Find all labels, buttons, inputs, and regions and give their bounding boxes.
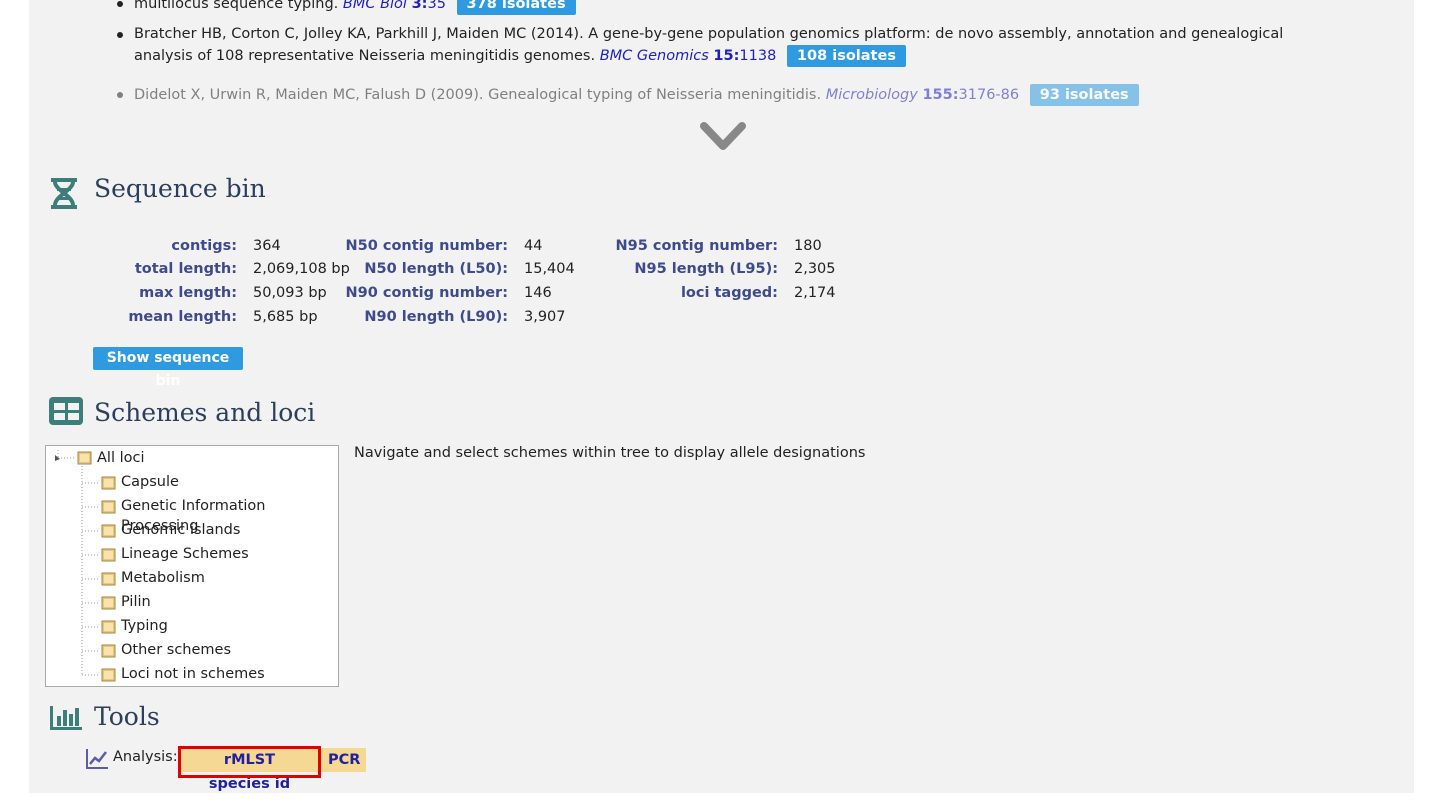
stat-value-n50-contig: 44: [524, 238, 543, 254]
bullet: [117, 92, 123, 98]
pages-link[interactable]: 35: [427, 0, 445, 12]
reference-item: multilocus sequence typing. BMC Biol 3:3…: [117, 0, 1324, 15]
line-chart-icon: [86, 749, 108, 769]
tree-node[interactable]: Pilin: [121, 592, 151, 612]
stat-value-n95-length: 2,305: [794, 261, 836, 277]
tree-node[interactable]: Loci not in schemes: [121, 664, 265, 684]
stat-value-n90-contig: 146: [524, 285, 552, 301]
folder-icon: [101, 500, 116, 514]
stat-value-n50-length: 15,404: [524, 261, 575, 277]
stat-label-n95-length: N95 length (L95):: [634, 261, 778, 277]
stat-label-n95-contig: N95 contig number:: [615, 238, 779, 254]
reference-text: Bratcher HB, Corton C, Jolley KA, Parkhi…: [134, 26, 1284, 64]
stat-label-mean-length: mean length:: [128, 309, 237, 325]
volume: 155: [922, 87, 953, 103]
stat-value-n95-contig: 180: [794, 238, 822, 254]
bullet: [117, 1, 123, 7]
bar-chart-icon: [50, 706, 82, 730]
bullet: [117, 32, 123, 38]
volume: 3: [411, 0, 422, 12]
volume: 15: [713, 48, 734, 64]
stat-value-contigs: 364: [253, 238, 281, 254]
stat-label-total-length: total length:: [134, 261, 237, 277]
stat-value-n90-length: 3,907: [524, 309, 566, 325]
pcr-button[interactable]: PCR: [318, 748, 366, 772]
stat-value-max-length: 50,093 bp: [253, 285, 327, 301]
expand-chevron-icon[interactable]: [700, 120, 746, 154]
stat-value-mean-length: 5,685 bp: [253, 309, 318, 325]
scheme-tree[interactable]: All loci Capsule Genetic Information Pro…: [45, 445, 339, 687]
section-title-tools: Tools: [94, 702, 160, 731]
tree-node[interactable]: Genetic Information Processing: [121, 496, 338, 534]
reference-item: Didelot X, Urwin R, Maiden MC, Falush D …: [117, 84, 1324, 106]
reference-text: Didelot X, Urwin R, Maiden MC, Falush D …: [134, 87, 822, 103]
folder-icon: [77, 451, 92, 465]
isolates-badge[interactable]: 378 isolates: [456, 0, 576, 15]
stat-label-loci-tagged: loci tagged:: [680, 285, 778, 301]
reference-item: Bratcher HB, Corton C, Jolley KA, Parkhi…: [117, 24, 1324, 67]
folder-icon: [101, 476, 116, 490]
analysis-label: Analysis:: [113, 749, 178, 765]
journal-link[interactable]: BMC Biol: [343, 0, 407, 12]
section-title-sequence-bin: Sequence bin: [94, 174, 266, 203]
isolates-badge[interactable]: 93 isolates: [1029, 84, 1139, 106]
isolates-badge[interactable]: 108 isolates: [786, 45, 906, 67]
stat-value-total-length: 2,069,108 bp: [253, 261, 350, 277]
stat-label-n50-contig: N50 contig number:: [345, 238, 509, 254]
tree-hint-text: Navigate and select schemes within tree …: [354, 445, 866, 461]
dna-icon: [51, 178, 77, 209]
highlight-box: [178, 746, 321, 778]
stat-label-contigs: contigs:: [171, 238, 237, 254]
tree-node[interactable]: Metabolism: [121, 568, 205, 588]
tree-node-all-loci[interactable]: All loci: [97, 448, 145, 468]
tree-node[interactable]: Typing: [121, 616, 168, 636]
folder-icon: [101, 548, 116, 562]
folder-icon: [101, 644, 116, 658]
stat-label-max-length: max length:: [139, 285, 237, 301]
journal-link[interactable]: Microbiology: [826, 87, 918, 103]
section-title-schemes: Schemes and loci: [94, 398, 316, 427]
tree-node[interactable]: Genomic islands: [121, 520, 240, 540]
folder-icon: [101, 572, 116, 586]
stat-label-n90-contig: N90 contig number:: [345, 285, 509, 301]
pages-link[interactable]: 3176-86: [959, 87, 1020, 103]
tree-node[interactable]: Capsule: [121, 472, 179, 492]
stat-value-loci-tagged: 2,174: [794, 285, 836, 301]
journal-link[interactable]: BMC Genomics: [600, 48, 709, 64]
show-sequence-bin-button[interactable]: Show sequence bin: [93, 347, 243, 389]
stat-label-n90-length: N90 length (L90):: [364, 309, 508, 325]
folder-icon: [101, 668, 116, 682]
reference-text: multilocus sequence typing.: [134, 0, 339, 12]
stat-label-n50-length: N50 length (L50):: [364, 261, 508, 277]
table-icon: [49, 397, 83, 425]
tree-node[interactable]: Other schemes: [121, 640, 231, 660]
folder-icon: [101, 596, 116, 610]
folder-icon: [101, 620, 116, 634]
folder-icon: [101, 524, 116, 538]
pages-link[interactable]: 1138: [739, 48, 776, 64]
tree-node[interactable]: Lineage Schemes: [121, 544, 249, 564]
